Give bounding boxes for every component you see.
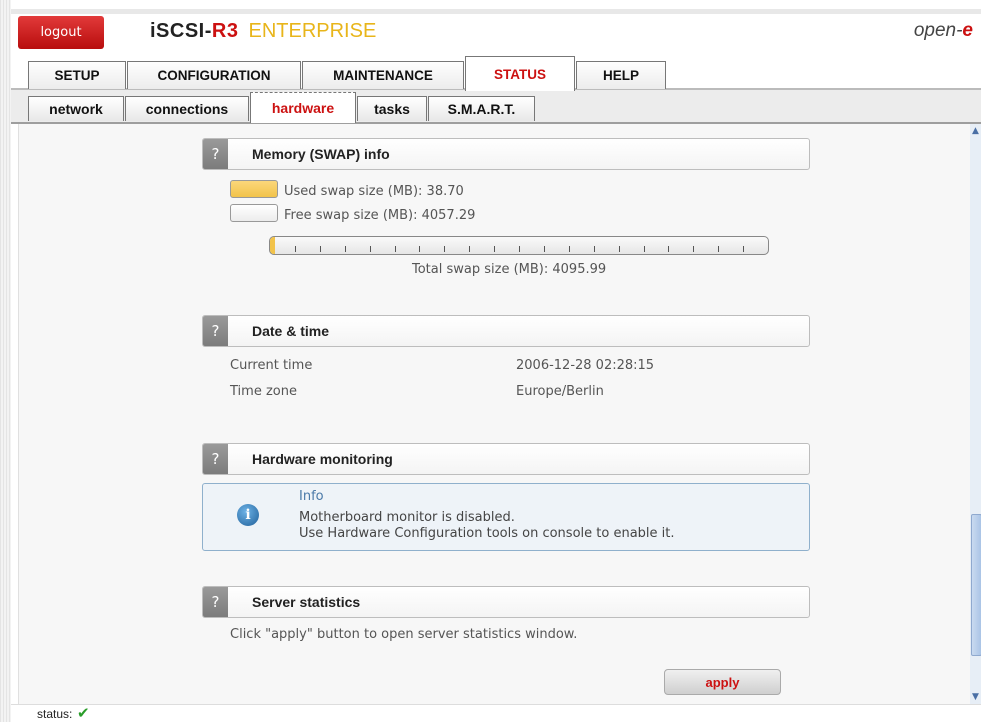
- current-time-value: 2006-12-28 02:28:15: [516, 358, 655, 373]
- swap-usage-bar: [269, 236, 769, 255]
- info-box: i Info Motherboard monitor is disabled. …: [202, 483, 810, 551]
- help-icon[interactable]: ?: [203, 587, 228, 617]
- swap-bar-tick: [369, 246, 371, 252]
- info-line-2: Use Hardware Configuration tools on cons…: [299, 526, 675, 541]
- tab-status[interactable]: STATUS: [465, 56, 575, 91]
- scroll-thumb[interactable]: [971, 514, 981, 656]
- swap-bar-tick: [419, 246, 421, 252]
- vertical-scrollbar[interactable]: ▲ ▼: [970, 124, 981, 704]
- used-swap-legend-swatch: [230, 180, 278, 198]
- info-title: Info: [299, 489, 324, 504]
- timezone-label: Time zone: [230, 384, 297, 399]
- swap-bar-tick: [494, 246, 496, 252]
- status-bar: status: ✔: [11, 704, 981, 723]
- swap-bar-tick: [469, 246, 471, 252]
- tab-maintenance[interactable]: MAINTENANCE: [302, 61, 464, 89]
- memory-section-title: Memory (SWAP) info: [252, 146, 390, 162]
- main-tab-bar: SETUP CONFIGURATION MAINTENANCE STATUS H…: [11, 50, 981, 91]
- stats-section-title: Server statistics: [252, 594, 361, 610]
- total-swap-label: Total swap size (MB): 4095.99: [412, 262, 607, 277]
- product-logo: iSCSI-R3 ENTERPRISE: [150, 20, 376, 43]
- swap-bar-tick: [319, 246, 321, 252]
- subtab-network[interactable]: network: [28, 96, 124, 121]
- swap-bar-tick: [294, 246, 296, 252]
- apply-button[interactable]: apply: [664, 669, 781, 695]
- free-swap-label: Free swap size (MB): 4057.29: [284, 208, 476, 223]
- scroll-down-arrow-icon[interactable]: ▼: [970, 690, 981, 704]
- datetime-section-title: Date & time: [252, 323, 330, 339]
- free-swap-legend-swatch: [230, 204, 278, 222]
- info-icon: i: [237, 504, 259, 526]
- hwmon-section-header: ? Hardware monitoring: [202, 443, 810, 475]
- main-content: ? Memory (SWAP) info Used swap size (MB)…: [18, 124, 971, 704]
- tab-configuration[interactable]: CONFIGURATION: [127, 61, 301, 89]
- info-line-1: Motherboard monitor is disabled.: [299, 510, 515, 525]
- help-icon[interactable]: ?: [203, 444, 228, 474]
- brand-main: iSCSI-: [150, 20, 212, 42]
- status-label: status:: [37, 707, 73, 721]
- brand-r3: R3: [211, 20, 239, 42]
- vendor-main: open-: [913, 20, 963, 41]
- tab-help[interactable]: HELP: [576, 61, 666, 89]
- tab-setup[interactable]: SETUP: [28, 61, 126, 89]
- used-swap-label: Used swap size (MB): 38.70: [284, 184, 464, 199]
- help-icon[interactable]: ?: [203, 316, 228, 346]
- swap-bar-tick: [344, 246, 346, 252]
- hwmon-section-title: Hardware monitoring: [252, 451, 393, 467]
- swap-bar-tick: [693, 246, 695, 252]
- stats-description: Click "apply" button to open server stat…: [230, 627, 578, 642]
- swap-bar-tick: [618, 246, 620, 252]
- current-time-label: Current time: [230, 358, 313, 373]
- window-left-border: [0, 0, 11, 722]
- swap-bar-tick: [394, 246, 396, 252]
- help-icon[interactable]: ?: [203, 139, 228, 169]
- subtab-tasks[interactable]: tasks: [357, 96, 427, 121]
- swap-usage-fill: [270, 237, 275, 254]
- swap-bar-tick: [593, 246, 595, 252]
- swap-bar-tick: [718, 246, 720, 252]
- swap-bar-tick: [643, 246, 645, 252]
- vendor-e: e: [962, 20, 973, 41]
- check-icon: ✔: [77, 704, 90, 722]
- stats-section-header: ? Server statistics: [202, 586, 810, 618]
- subtab-hardware[interactable]: hardware: [250, 92, 356, 123]
- scroll-up-arrow-icon[interactable]: ▲: [970, 124, 981, 138]
- memory-section-header: ? Memory (SWAP) info: [202, 138, 810, 170]
- swap-bar-tick: [668, 246, 670, 252]
- logout-button[interactable]: logout: [18, 16, 104, 49]
- swap-bar-tick: [743, 246, 745, 252]
- swap-bar-tick: [568, 246, 570, 252]
- swap-bar-tick: [543, 246, 545, 252]
- timezone-value: Europe/Berlin: [516, 384, 604, 399]
- swap-bar-tick: [519, 246, 520, 252]
- sub-tab-bar: network connections hardware tasks S.M.A…: [11, 90, 981, 124]
- subtab-connections[interactable]: connections: [125, 96, 249, 121]
- datetime-section-header: ? Date & time: [202, 315, 810, 347]
- brand-edition: ENTERPRISE: [248, 20, 377, 42]
- swap-bar-tick: [444, 246, 446, 252]
- subtab-smart[interactable]: S.M.A.R.T.: [428, 96, 535, 121]
- vendor-logo: open-e: [914, 20, 973, 42]
